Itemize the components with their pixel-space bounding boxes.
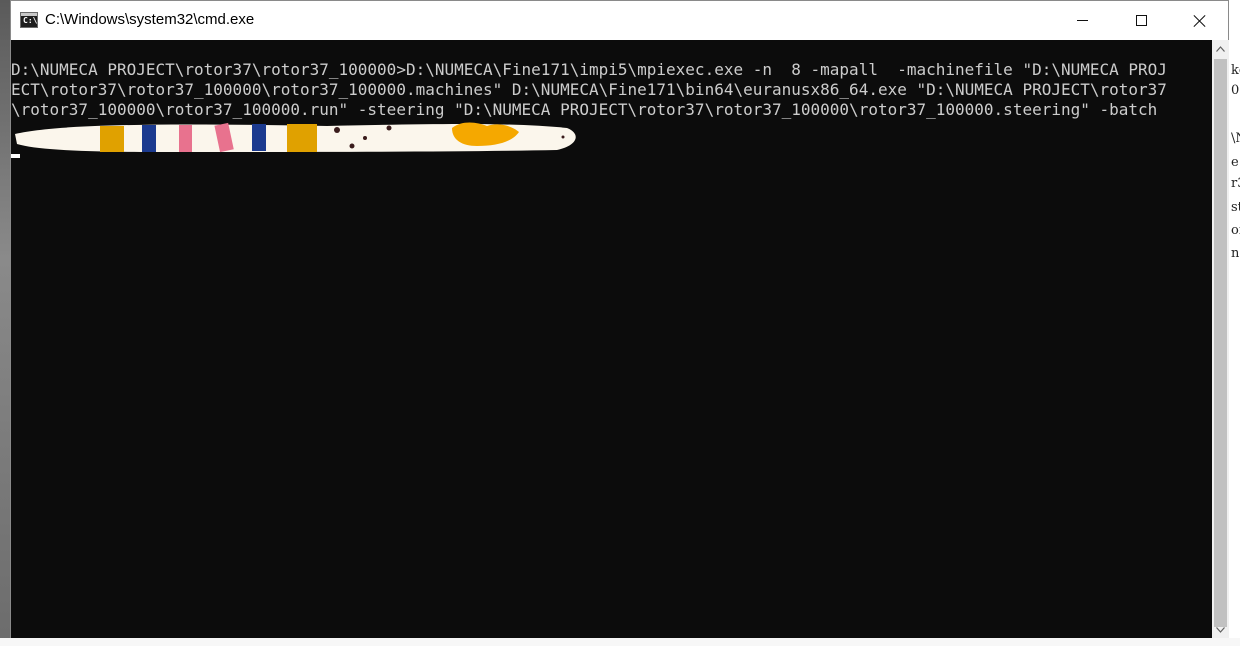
scroll-up-button[interactable] <box>1212 40 1229 57</box>
scrollbar-thumb[interactable] <box>1214 59 1227 627</box>
chevron-up-icon <box>1216 45 1225 52</box>
console-text: D:\NUMECA PROJECT\rotor37\rotor37_100000… <box>11 60 1167 120</box>
background-text-fragment: e <box>1231 155 1239 170</box>
close-icon <box>1193 14 1207 28</box>
title-bar[interactable]: C:\. C:\Windows\system32\cmd.exe <box>11 1 1228 40</box>
redaction-scribble <box>15 122 576 153</box>
maximize-button[interactable] <box>1112 1 1170 40</box>
desktop-background-left <box>0 0 10 646</box>
console-output[interactable]: D:\NUMECA PROJECT\rotor37\rotor37_100000… <box>11 40 1212 638</box>
background-text-fragment: 0 <box>1231 83 1240 98</box>
minimize-icon <box>1076 20 1088 21</box>
text-cursor <box>11 154 20 158</box>
console-line: ECT\rotor37\rotor37_100000\rotor37_10000… <box>11 80 1167 99</box>
window-title: C:\Windows\system32\cmd.exe <box>45 11 255 28</box>
background-text-fragment: of <box>1231 223 1240 238</box>
vertical-scrollbar[interactable] <box>1212 40 1229 638</box>
scroll-down-button[interactable] <box>1212 621 1229 638</box>
desktop-background-bottom <box>0 638 1240 646</box>
background-text-fragment: r3 <box>1231 176 1240 191</box>
console-line: D:\NUMECA PROJECT\rotor37\rotor37_100000… <box>11 60 1167 79</box>
cmd-app-icon[interactable]: C:\. <box>20 12 42 28</box>
close-button[interactable] <box>1171 1 1229 40</box>
background-text-fragment: ng <box>1231 246 1240 261</box>
maximize-icon <box>1135 15 1147 26</box>
cmd-icon-glyph: C:\. <box>23 16 43 25</box>
minimize-button[interactable] <box>1053 1 1111 40</box>
background-window-fragment: ke 0 \N e r3 st of ng <box>1229 0 1240 646</box>
background-text-fragment: ke <box>1231 63 1240 78</box>
cmd-window[interactable]: C:\. C:\Windows\system32\cmd.exe D:\NUME… <box>10 0 1229 638</box>
chevron-down-icon <box>1216 626 1225 633</box>
background-text-fragment: \N <box>1231 131 1240 146</box>
background-text-fragment: st <box>1231 200 1240 215</box>
